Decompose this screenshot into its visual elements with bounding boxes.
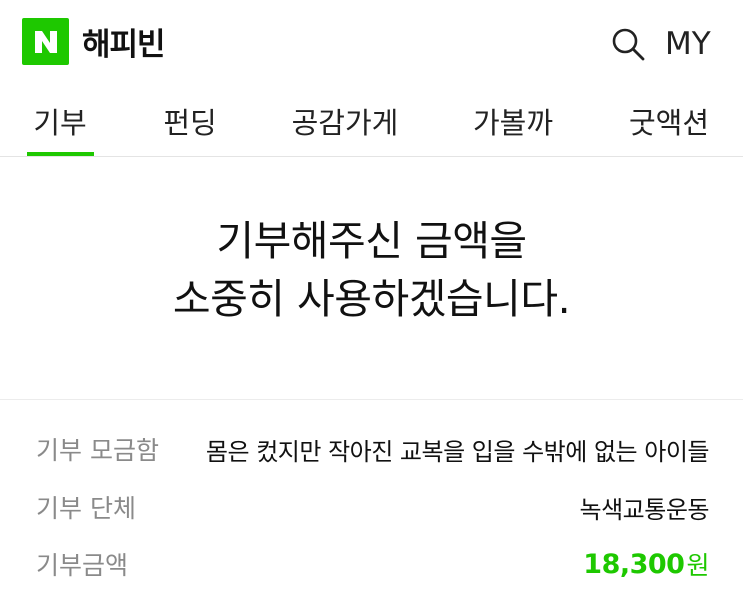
search-icon <box>612 28 645 61</box>
section-divider <box>0 399 743 400</box>
amount-label: 기부금액 <box>36 551 129 580</box>
amount-unit: 원 <box>686 551 709 580</box>
organization-label: 기부 단체 <box>36 494 136 523</box>
organization-value: 녹색교통운동 <box>579 495 710 524</box>
tab-shall-we-go[interactable]: 가볼까 <box>467 86 559 156</box>
thank-you-line-2: 소중히 사용하겠습니다. <box>172 275 571 323</box>
brand-title[interactable]: 해피빈 <box>82 18 166 65</box>
thank-you-message: 기부해주신 금액을 소중히 사용하겠습니다. <box>0 212 743 328</box>
amount-row: 기부금액 18,300 원 <box>0 544 743 584</box>
tab-donation[interactable]: 기부 <box>24 86 96 156</box>
organization-row: 기부 단체 녹색교통운동 <box>0 487 743 527</box>
tab-empathy-store[interactable]: 공감가게 <box>283 86 407 156</box>
amount-value-wrap: 18,300 원 <box>583 544 709 584</box>
amount-value: 18,300 <box>583 548 685 580</box>
main-nav-tabs: 기부 펀딩 공감가게 가볼까 굿액션 <box>0 86 743 157</box>
campaign-value: 몸은 컸지만 작아진 교복을 입을 수밖에 없는 아이들 <box>205 437 710 466</box>
naver-logo[interactable] <box>22 18 69 65</box>
active-tab-indicator <box>27 152 94 156</box>
naver-n-icon <box>34 30 57 53</box>
campaign-row: 기부 모금함 몸은 컸지만 작아진 교복을 입을 수밖에 없는 아이들 <box>0 429 743 469</box>
my-page-button[interactable]: MY <box>665 22 711 66</box>
tab-good-action[interactable]: 굿액션 <box>623 86 715 156</box>
campaign-label: 기부 모금함 <box>36 436 159 465</box>
app-header: 해피빈 MY <box>0 0 743 86</box>
search-button[interactable] <box>608 24 648 64</box>
thank-you-line-1: 기부해주신 금액을 <box>216 217 527 265</box>
tab-funding[interactable]: 펀딩 <box>154 86 226 156</box>
